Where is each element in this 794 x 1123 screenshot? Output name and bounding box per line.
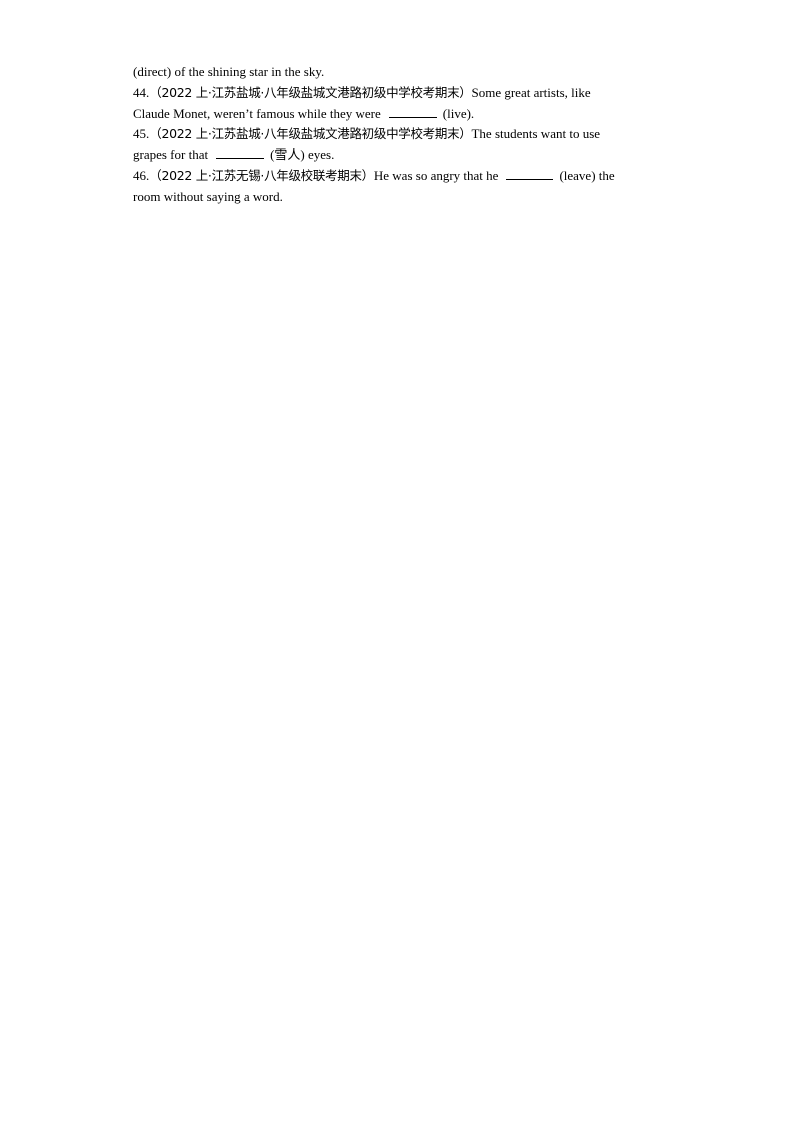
answer-blank[interactable] [388, 106, 437, 118]
question-46-line-2: room without saying a word. [133, 187, 673, 208]
question-number: 44. [133, 84, 150, 100]
question-source: （2022 上·江苏盐城·八年级盐城文港路初级中学校考期末） [149, 126, 472, 142]
question-source: （2022 上·江苏盐城·八年级盐城文港路初级中学校考期末） [149, 84, 472, 100]
question-45: 45.（2022 上·江苏盐城·八年级盐城文港路初级中学校考期末）The stu… [133, 124, 673, 166]
question-44-line-1: 44.（2022 上·江苏盐城·八年级盐城文港路初级中学校考期末）Some gr… [133, 83, 673, 104]
question-44-line-2: Claude Monet, weren’t famous while they … [133, 104, 673, 125]
question-text: Some great artists, like [471, 84, 591, 100]
continuation-line: (direct) of the shining star in the sky. [133, 64, 325, 79]
question-hint: (leave) the [559, 167, 615, 183]
question-46-line-1: 46.（2022 上·江苏无锡·八年级校联考期末）He was so angry… [133, 166, 673, 187]
document-page: (direct) of the shining star in the sky.… [133, 62, 673, 208]
question-45-line-1: 45.（2022 上·江苏盐城·八年级盐城文港路初级中学校考期末）The stu… [133, 124, 673, 145]
question-number: 46. [133, 167, 150, 183]
answer-blank[interactable] [506, 168, 554, 180]
question-45-line-2: grapes for that (雪人) eyes. [133, 145, 673, 166]
question-text: Claude Monet, weren’t famous while they … [133, 105, 381, 121]
question-text: grapes for that [133, 147, 209, 163]
question-source: （2022 上·江苏无锡·八年级校联考期末） [149, 167, 374, 183]
question-number: 45. [133, 126, 150, 142]
question-46: 46.（2022 上·江苏无锡·八年级校联考期末）He was so angry… [133, 166, 673, 208]
question-text: The students want to use [471, 126, 601, 142]
question-hint: (live). [442, 105, 475, 121]
question-text: He was so angry that he [373, 167, 499, 183]
question-44: 44.（2022 上·江苏盐城·八年级盐城文港路初级中学校考期末）Some gr… [133, 83, 673, 125]
answer-blank[interactable] [216, 147, 265, 160]
question-text: room without saying a word. [133, 188, 283, 204]
question-hint: (雪人) eyes. [270, 147, 335, 163]
